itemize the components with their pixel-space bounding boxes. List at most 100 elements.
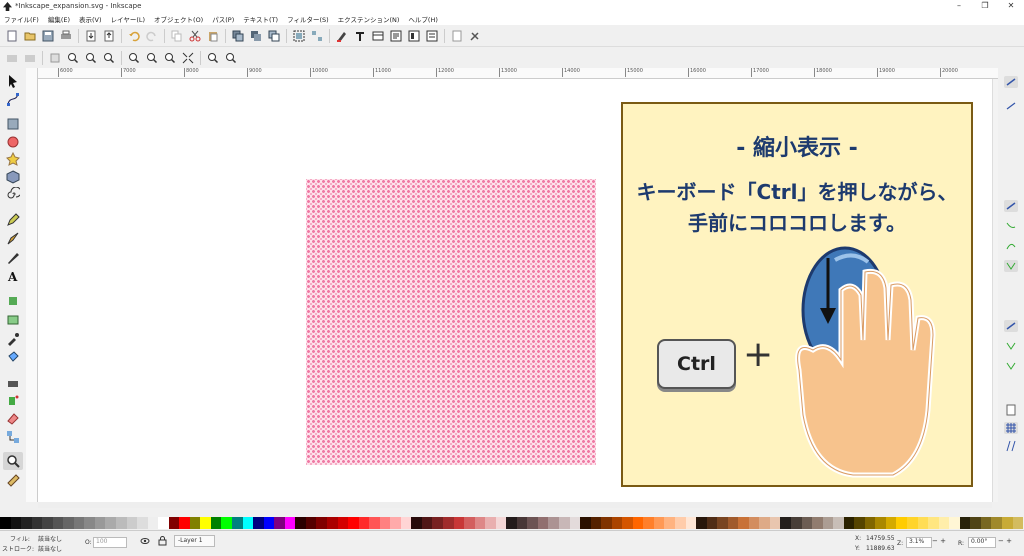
color-swatch[interactable] [896,517,908,529]
eraser-icon[interactable] [6,411,20,425]
color-swatch[interactable] [622,517,633,529]
snap-others-icon[interactable] [1004,320,1018,332]
color-swatch[interactable] [580,517,591,529]
selector-tool-icon[interactable] [6,74,20,88]
layers-icon[interactable] [372,30,384,42]
color-swatch[interactable] [928,517,939,529]
text-tool-icon[interactable]: A [6,269,20,283]
color-swatch[interactable] [696,517,707,529]
color-swatch[interactable] [432,517,443,529]
zoom-in-icon[interactable] [6,52,18,64]
paste-icon[interactable] [207,30,219,42]
color-swatch[interactable] [411,517,422,529]
menu-filter[interactable]: フィルター(S) [287,14,329,24]
color-swatch[interactable] [73,517,85,529]
color-swatch[interactable] [558,517,570,529]
color-swatch[interactable] [200,517,211,529]
menu-file[interactable]: ファイル(F) [4,14,39,24]
zoom-quick-icon[interactable] [225,52,237,64]
color-swatch[interactable] [854,517,865,529]
color-swatch[interactable] [801,517,813,529]
color-swatch[interactable] [632,517,644,529]
document-properties-icon[interactable] [451,30,463,42]
export-icon[interactable] [103,30,115,42]
snap-path-icon[interactable] [1004,220,1018,232]
color-swatch[interactable] [274,517,285,529]
color-swatch[interactable] [10,517,22,529]
color-swatch[interactable] [685,517,697,529]
zoom-fit-icon[interactable] [182,52,194,64]
color-swatch[interactable] [601,517,612,529]
color-swatch[interactable] [959,517,971,529]
color-swatch[interactable] [791,517,802,529]
stroke-value[interactable]: 該当なし [38,544,62,553]
color-swatch[interactable] [379,517,391,529]
color-swatch[interactable] [548,517,559,529]
menu-text[interactable]: テキスト(T) [243,14,278,24]
horizontal-scrollbar[interactable] [38,502,992,508]
color-swatch[interactable] [0,517,11,529]
zoom-previous-icon[interactable] [146,52,158,64]
color-swatch[interactable] [970,517,981,529]
color-swatch[interactable] [31,517,43,529]
zoom-width-icon[interactable] [103,52,115,64]
color-swatch[interactable] [759,517,770,529]
cut-icon[interactable] [189,30,201,42]
color-swatch[interactable] [295,517,306,529]
color-swatch[interactable] [421,517,433,529]
color-swatch[interactable] [453,517,465,529]
zoom-next-icon[interactable] [164,52,176,64]
color-swatch[interactable] [210,517,222,529]
color-swatch[interactable] [643,517,654,529]
tweak-tool-icon[interactable] [6,375,20,389]
ungroup-icon[interactable] [311,30,323,42]
color-swatch[interactable] [326,517,338,529]
color-swatch[interactable] [706,517,718,529]
snap-rotation-icon[interactable] [1004,360,1018,372]
color-swatch[interactable] [537,517,549,529]
copy-icon[interactable] [171,30,183,42]
zoom-stepper[interactable]: − + [932,537,946,545]
spray-tool-icon[interactable] [6,294,20,308]
tools-icon[interactable] [469,30,481,42]
snap-page-icon[interactable] [1004,404,1018,416]
menu-object[interactable]: オブジェクト(O) [154,14,203,24]
menu-layer[interactable]: レイヤー(L) [111,14,146,24]
color-swatch[interactable] [400,517,412,529]
color-swatch[interactable] [780,517,792,529]
color-swatch[interactable] [221,517,233,529]
undo-icon[interactable] [128,30,140,42]
layer-dropdown[interactable]: -Layer 1 [174,535,215,547]
snap-center-icon[interactable] [1004,340,1018,352]
color-swatch[interactable] [843,517,855,529]
opacity-input[interactable]: 100 [93,537,127,548]
snap-bbox-icon[interactable] [1004,100,1018,112]
color-swatch[interactable] [833,517,844,529]
zoom-input[interactable]: 3.1% [906,537,932,548]
close-button[interactable]: ✕ [998,0,1024,12]
minimize-button[interactable]: – [946,0,972,12]
lock-layer-icon[interactable] [158,536,167,546]
color-swatch[interactable] [980,517,992,529]
color-palette[interactable] [0,517,1024,529]
color-swatch[interactable] [52,517,64,529]
color-swatch[interactable] [812,517,823,529]
snap-cusp-icon[interactable] [1004,260,1018,272]
new-document-icon[interactable] [6,30,18,42]
text-font-icon[interactable] [354,30,366,42]
open-folder-icon[interactable] [24,30,36,42]
fill-value[interactable]: 該当なし [38,534,62,543]
unlink-clone-icon[interactable] [268,30,280,42]
color-swatch[interactable] [675,517,686,529]
rotate-stepper[interactable]: − + [998,537,1012,545]
eraser-tool-icon[interactable] [6,313,20,327]
calligraphy-tool-icon[interactable] [6,251,20,265]
color-swatch[interactable] [653,517,665,529]
color-swatch[interactable] [527,517,538,529]
color-swatch[interactable] [94,517,106,529]
pencil-tool-icon[interactable] [6,213,20,227]
zoom-page-icon[interactable] [85,52,97,64]
xml-editor-icon[interactable] [390,30,402,42]
color-swatch[interactable] [822,517,834,529]
color-swatch[interactable] [495,517,507,529]
